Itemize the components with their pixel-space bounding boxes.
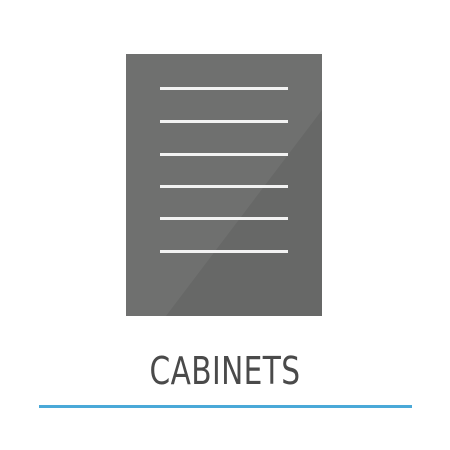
cabinet-door-icon bbox=[126, 54, 322, 316]
cabinets-label: CABINETS bbox=[149, 349, 301, 393]
cabinets-underline-accent bbox=[39, 405, 412, 408]
cabinets-category-tile[interactable]: CABINETS bbox=[0, 0, 450, 450]
